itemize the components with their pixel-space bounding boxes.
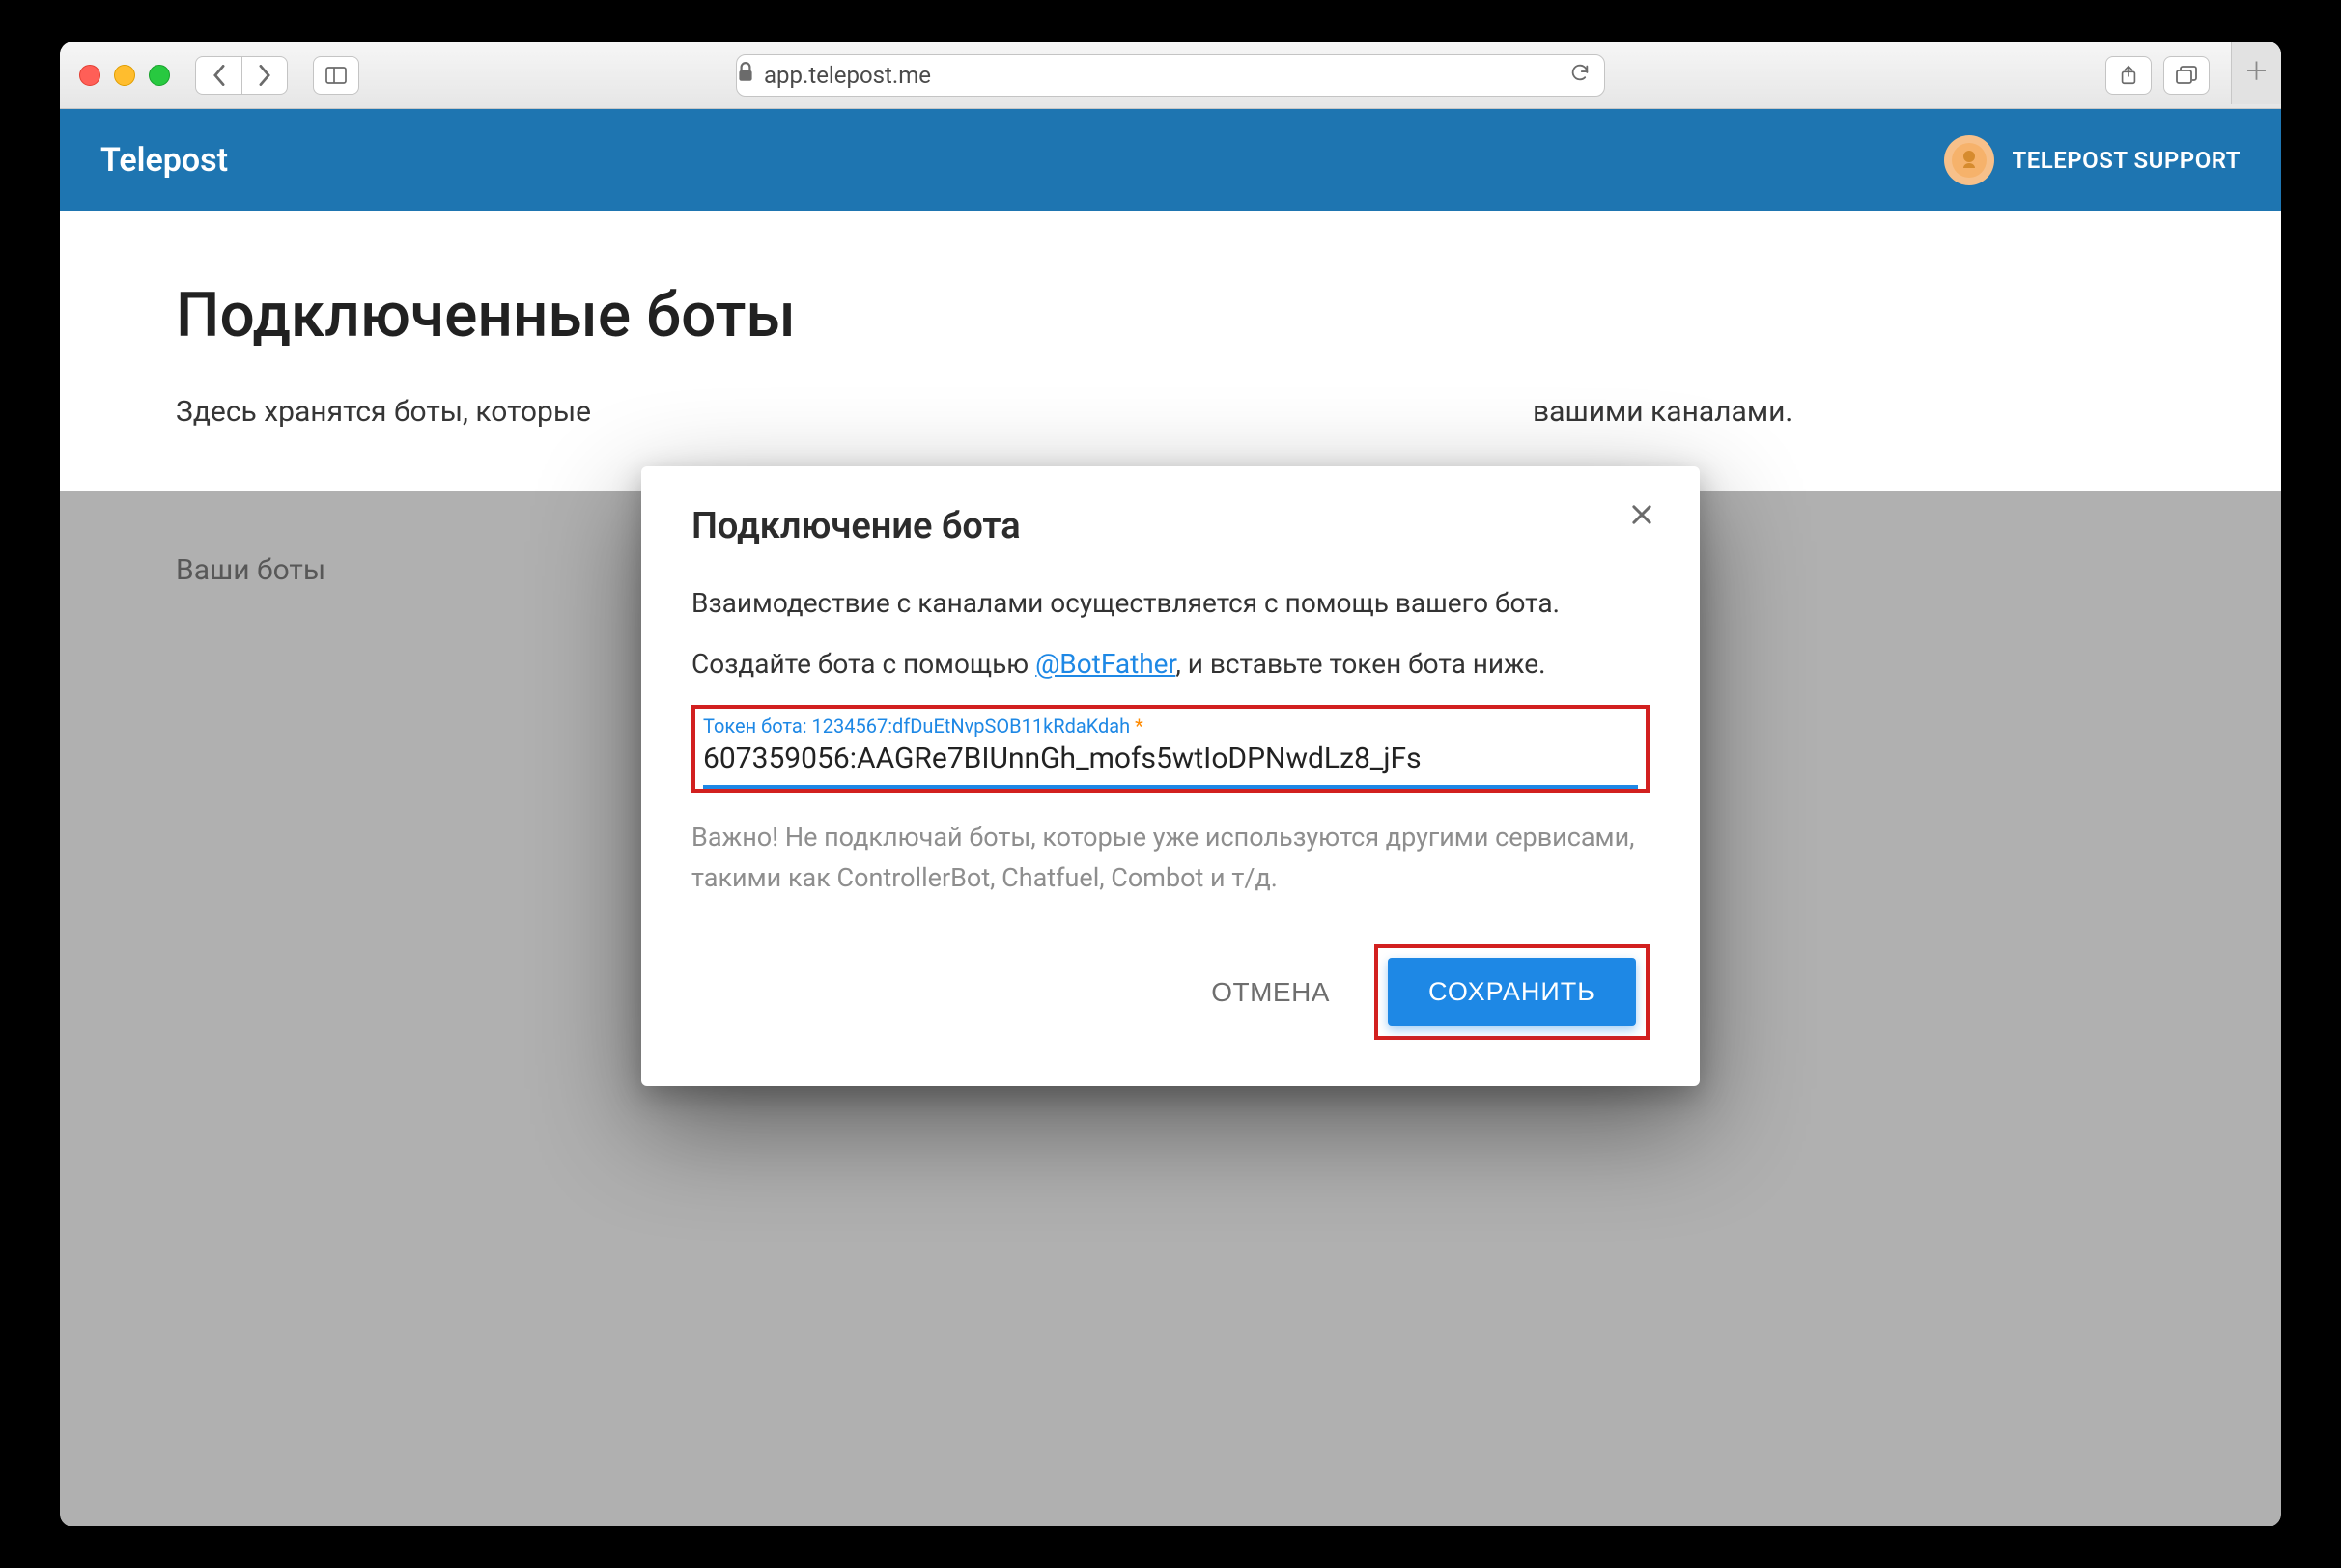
close-dialog-button[interactable] (1622, 495, 1661, 534)
browser-window: app.telepost.me ＋ Telepost TELEPOST SUPP… (60, 42, 2281, 1526)
token-field-label: Токен бота: 1234567:dfDuEtNvpSOB11kRdaKd… (703, 714, 1638, 738)
browser-titlebar: app.telepost.me ＋ (60, 42, 2281, 109)
cancel-button[interactable]: ОТМЕНА (1190, 960, 1351, 1025)
share-button[interactable] (2105, 56, 2152, 95)
minimize-window-button[interactable] (114, 65, 135, 86)
lock-icon (737, 62, 754, 89)
dialog-title: Подключение бота (691, 505, 1650, 547)
nav-buttons (195, 56, 288, 95)
modal-overlay: Подключение бота Взаимодествие с каналам… (60, 109, 2281, 1526)
botfather-link[interactable]: @BotFather (1035, 648, 1175, 680)
toolbar-right: ＋ (2105, 56, 2262, 95)
traffic-lights (79, 65, 170, 86)
dialog-actions: ОТМЕНА СОХРАНИТЬ (691, 944, 1650, 1040)
tabs-button[interactable] (2163, 56, 2210, 95)
reload-button[interactable] (1569, 62, 1604, 89)
dialog-line1: Взаимодествие с каналами осуществляется … (691, 582, 1650, 624)
save-button-highlight: СОХРАНИТЬ (1374, 944, 1650, 1040)
connect-bot-dialog: Подключение бота Взаимодествие с каналам… (641, 466, 1700, 1086)
token-field-highlight: Токен бота: 1234567:dfDuEtNvpSOB11kRdaKd… (691, 705, 1650, 793)
token-input[interactable] (703, 738, 1638, 789)
back-button[interactable] (195, 56, 241, 95)
dialog-warning: Важно! Не подключай боты, которые уже ис… (691, 818, 1650, 899)
page-root: Telepost TELEPOST SUPPORT Подключенные б… (60, 109, 2281, 1526)
maximize-window-button[interactable] (149, 65, 170, 86)
close-window-button[interactable] (79, 65, 100, 86)
url-text: app.telepost.me (764, 62, 931, 89)
sidebar-toggle-button[interactable] (313, 56, 359, 95)
forward-button[interactable] (241, 56, 288, 95)
dialog-line2: Создайте бота с помощью @BotFather, и вс… (691, 643, 1650, 685)
new-tab-button[interactable]: ＋ (2231, 42, 2281, 104)
address-bar[interactable]: app.telepost.me (736, 54, 1605, 97)
save-button[interactable]: СОХРАНИТЬ (1388, 958, 1636, 1026)
